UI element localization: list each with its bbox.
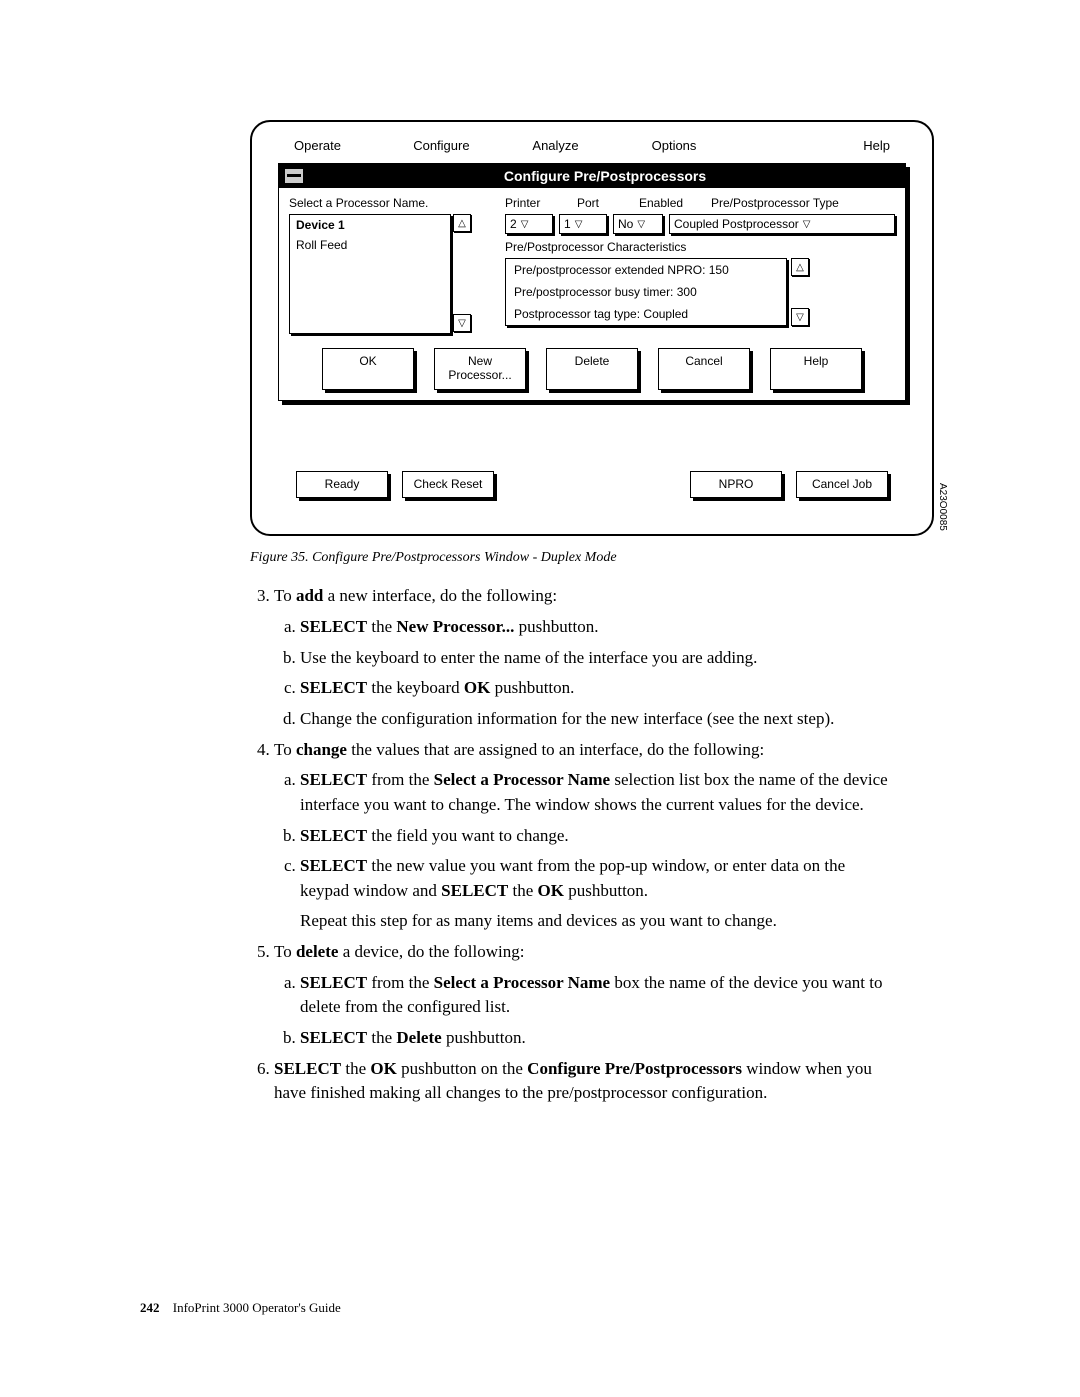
figure-window: Operate Configure Analyze Options Help C… xyxy=(250,120,934,536)
menu-options[interactable]: Options xyxy=(652,138,771,153)
page-number: 242 xyxy=(140,1300,160,1315)
enabled-header: Enabled xyxy=(639,196,689,210)
characteristics-listbox[interactable]: Pre/postprocessor extended NPRO: 150 Pre… xyxy=(505,258,787,326)
menu-operate[interactable]: Operate xyxy=(294,138,413,153)
menu-configure[interactable]: Configure xyxy=(413,138,532,153)
figure-id: A23O0085 xyxy=(937,483,948,531)
port-dropdown[interactable]: 1 ▽ xyxy=(559,214,607,234)
system-menu-icon[interactable] xyxy=(285,169,303,183)
chevron-down-icon: ▽ xyxy=(803,219,811,230)
select-processor-label: Select a Processor Name. xyxy=(289,196,489,210)
characteristics-label: Pre/Postprocessor Characteristics xyxy=(505,240,895,254)
chevron-down-icon: ▽ xyxy=(521,219,529,230)
cancel-job-button[interactable]: Cancel Job xyxy=(796,471,888,499)
page-footer: 242 InfoPrint 3000 Operator's Guide xyxy=(140,1300,940,1316)
check-reset-button[interactable]: Check Reset xyxy=(402,471,494,499)
type-header: Pre/Postprocessor Type xyxy=(711,196,839,210)
figure-caption: Figure 35. Configure Pre/Postprocessors … xyxy=(250,550,940,566)
instruction-text: To add a new interface, do the following… xyxy=(250,584,890,1106)
processor-listbox[interactable]: Device 1 Roll Feed xyxy=(289,214,451,334)
dialog-title: Configure Pre/Postprocessors xyxy=(311,168,899,184)
chevron-down-icon: ▽ xyxy=(637,219,645,230)
configure-dialog: Configure Pre/Postprocessors Select a Pr… xyxy=(278,163,906,401)
ok-button[interactable]: OK xyxy=(322,348,414,390)
port-header: Port xyxy=(577,196,617,210)
printer-header: Printer xyxy=(505,196,555,210)
list-item[interactable]: Roll Feed xyxy=(290,235,450,255)
ready-button[interactable]: Ready xyxy=(296,471,388,499)
scroll-down-icon[interactable]: ▽ xyxy=(791,308,809,326)
enabled-dropdown[interactable]: No ▽ xyxy=(613,214,663,234)
menubar: Operate Configure Analyze Options Help xyxy=(274,134,910,163)
npro-button[interactable]: NPRO xyxy=(690,471,782,499)
delete-button[interactable]: Delete xyxy=(546,348,638,390)
scroll-up-icon[interactable]: △ xyxy=(453,214,471,232)
list-item[interactable]: Device 1 xyxy=(290,215,450,235)
type-dropdown[interactable]: Coupled Postprocessor ▽ xyxy=(669,214,895,234)
scroll-down-icon[interactable]: ▽ xyxy=(453,314,471,332)
help-button[interactable]: Help xyxy=(770,348,862,390)
dialog-titlebar: Configure Pre/Postprocessors xyxy=(279,164,905,188)
char-line: Pre/postprocessor busy timer: 300 xyxy=(506,281,786,303)
printer-dropdown[interactable]: 2 ▽ xyxy=(505,214,553,234)
new-processor-button[interactable]: New Processor... xyxy=(434,348,526,390)
char-line: Postprocessor tag type: Coupled xyxy=(506,303,786,325)
menu-help[interactable]: Help xyxy=(771,138,890,153)
char-line: Pre/postprocessor extended NPRO: 150 xyxy=(506,259,786,281)
chevron-down-icon: ▽ xyxy=(575,219,583,230)
menu-analyze[interactable]: Analyze xyxy=(532,138,651,153)
book-title: InfoPrint 3000 Operator's Guide xyxy=(173,1300,341,1315)
cancel-button[interactable]: Cancel xyxy=(658,348,750,390)
scroll-up-icon[interactable]: △ xyxy=(791,258,809,276)
